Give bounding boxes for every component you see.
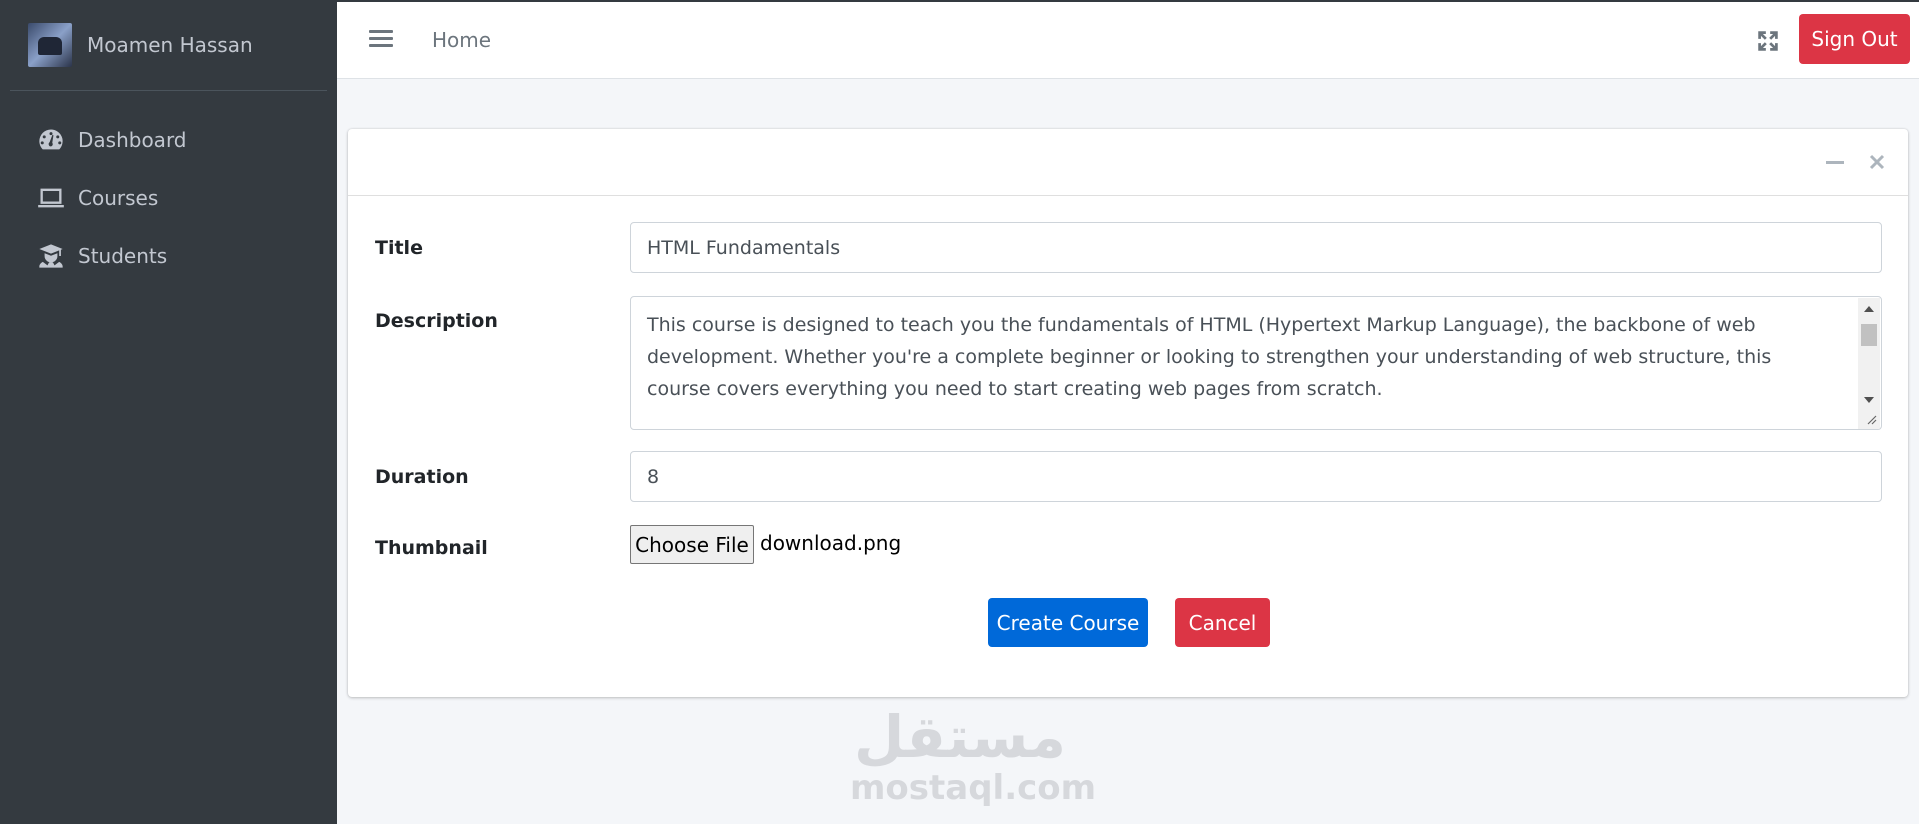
tachometer-icon xyxy=(36,125,66,155)
title-label: Title xyxy=(375,237,423,259)
resize-grip-icon[interactable] xyxy=(1865,413,1877,425)
description-label: Description xyxy=(375,310,498,332)
description-text: This course is designed to teach you the… xyxy=(647,314,1772,400)
sign-out-button[interactable]: Sign Out xyxy=(1799,14,1910,64)
course-form-card: Title HTML Fundamentals Description This… xyxy=(348,129,1908,697)
laptop-icon xyxy=(36,183,66,213)
sidebar-item-students[interactable]: Students xyxy=(0,227,337,285)
cancel-button[interactable]: Cancel xyxy=(1175,598,1270,647)
hamburger-menu-icon[interactable] xyxy=(369,26,393,52)
watermark-arabic: مستقل xyxy=(853,703,1067,771)
avatar xyxy=(28,23,72,67)
user-graduate-icon xyxy=(36,241,66,271)
choose-file-button[interactable]: Choose File xyxy=(630,525,754,564)
close-icon[interactable] xyxy=(1866,151,1888,173)
sidebar-item-label: Courses xyxy=(78,186,159,210)
user-panel[interactable]: Moamen Hassan xyxy=(10,0,327,91)
collapse-minus-icon[interactable] xyxy=(1824,151,1846,173)
scroll-thumb[interactable] xyxy=(1861,324,1877,346)
duration-label: Duration xyxy=(375,466,469,488)
sidebar-nav: Dashboard Courses Students xyxy=(0,111,337,285)
home-link[interactable]: Home xyxy=(432,28,491,52)
title-input[interactable]: HTML Fundamentals xyxy=(630,222,1882,273)
scroll-up-arrow-icon[interactable] xyxy=(1864,306,1874,312)
sidebar-item-label: Students xyxy=(78,244,168,268)
thumbnail-label: Thumbnail xyxy=(375,537,488,559)
user-name: Moamen Hassan xyxy=(87,33,253,57)
duration-input[interactable]: 8 xyxy=(630,451,1882,502)
sidebar-item-courses[interactable]: Courses xyxy=(0,169,337,227)
top-navbar: Home Sign Out xyxy=(337,0,1919,79)
description-textarea[interactable]: This course is designed to teach you the… xyxy=(630,296,1882,430)
sidebar: Moamen Hassan Dashboard Courses Students xyxy=(0,0,337,824)
create-course-button[interactable]: Create Course xyxy=(988,598,1148,647)
scroll-down-arrow-icon[interactable] xyxy=(1864,397,1874,403)
sidebar-item-label: Dashboard xyxy=(78,128,187,152)
watermark-latin: mostaql.com xyxy=(850,768,1097,808)
sidebar-item-dashboard[interactable]: Dashboard xyxy=(0,111,337,169)
watermark: مستقل mostaql.com xyxy=(850,703,1097,808)
fullscreen-expand-icon[interactable] xyxy=(1755,28,1781,54)
textarea-scrollbar[interactable] xyxy=(1858,298,1880,429)
card-header xyxy=(348,129,1908,196)
selected-file-name: download.png xyxy=(760,531,902,555)
